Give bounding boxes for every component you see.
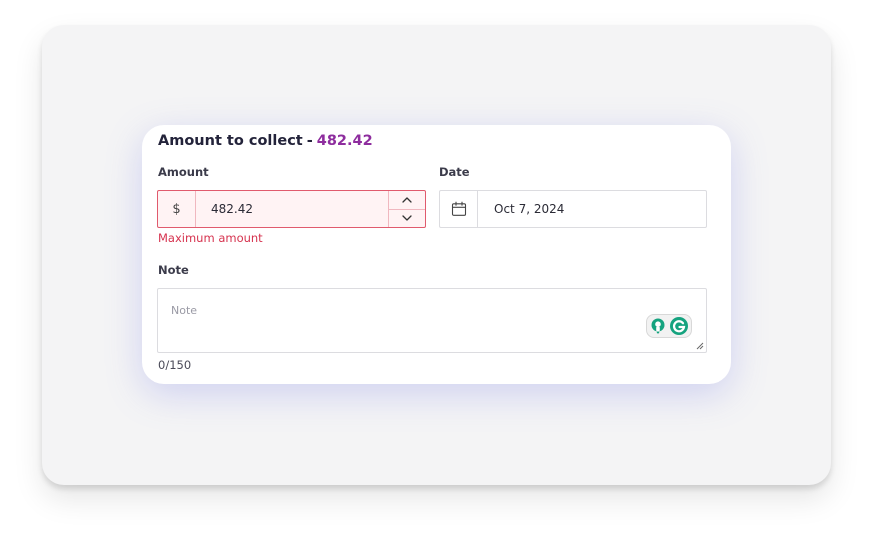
title-separator: - (306, 133, 313, 149)
amount-label: Amount (158, 165, 209, 179)
decrement-button[interactable] (389, 209, 425, 227)
note-character-counter: 0/150 (158, 358, 192, 372)
note-placeholder: Note (171, 304, 198, 317)
amount-field[interactable]: $ 482.42 (157, 190, 426, 228)
date-label: Date (439, 165, 470, 179)
currency-addon: $ (158, 191, 196, 227)
resize-handle-icon[interactable] (696, 342, 704, 350)
title-amount: 482.42 (316, 133, 373, 149)
grammarly-widget[interactable] (646, 314, 692, 338)
date-addon[interactable] (440, 191, 478, 227)
currency-symbol: $ (172, 201, 181, 217)
amount-error-message: Maximum amount (158, 231, 263, 245)
date-input[interactable]: Oct 7, 2024 (494, 191, 564, 227)
amount-input[interactable]: 482.42 (211, 191, 253, 227)
chevron-down-icon (402, 215, 412, 221)
note-textarea[interactable]: Note (157, 288, 707, 353)
grammarly-icon (651, 317, 688, 335)
date-field[interactable]: Oct 7, 2024 (439, 190, 707, 228)
card-title: Amount to collect -482.42 (158, 133, 373, 149)
amount-stepper (388, 191, 425, 227)
increment-button[interactable] (389, 191, 425, 210)
calendar-icon (451, 201, 466, 216)
collect-amount-card: Amount to collect -482.42 Amount $ 482.42… (142, 125, 731, 384)
chevron-up-icon (402, 197, 412, 203)
title-prefix: Amount to collect (158, 133, 303, 149)
note-label: Note (158, 263, 189, 277)
